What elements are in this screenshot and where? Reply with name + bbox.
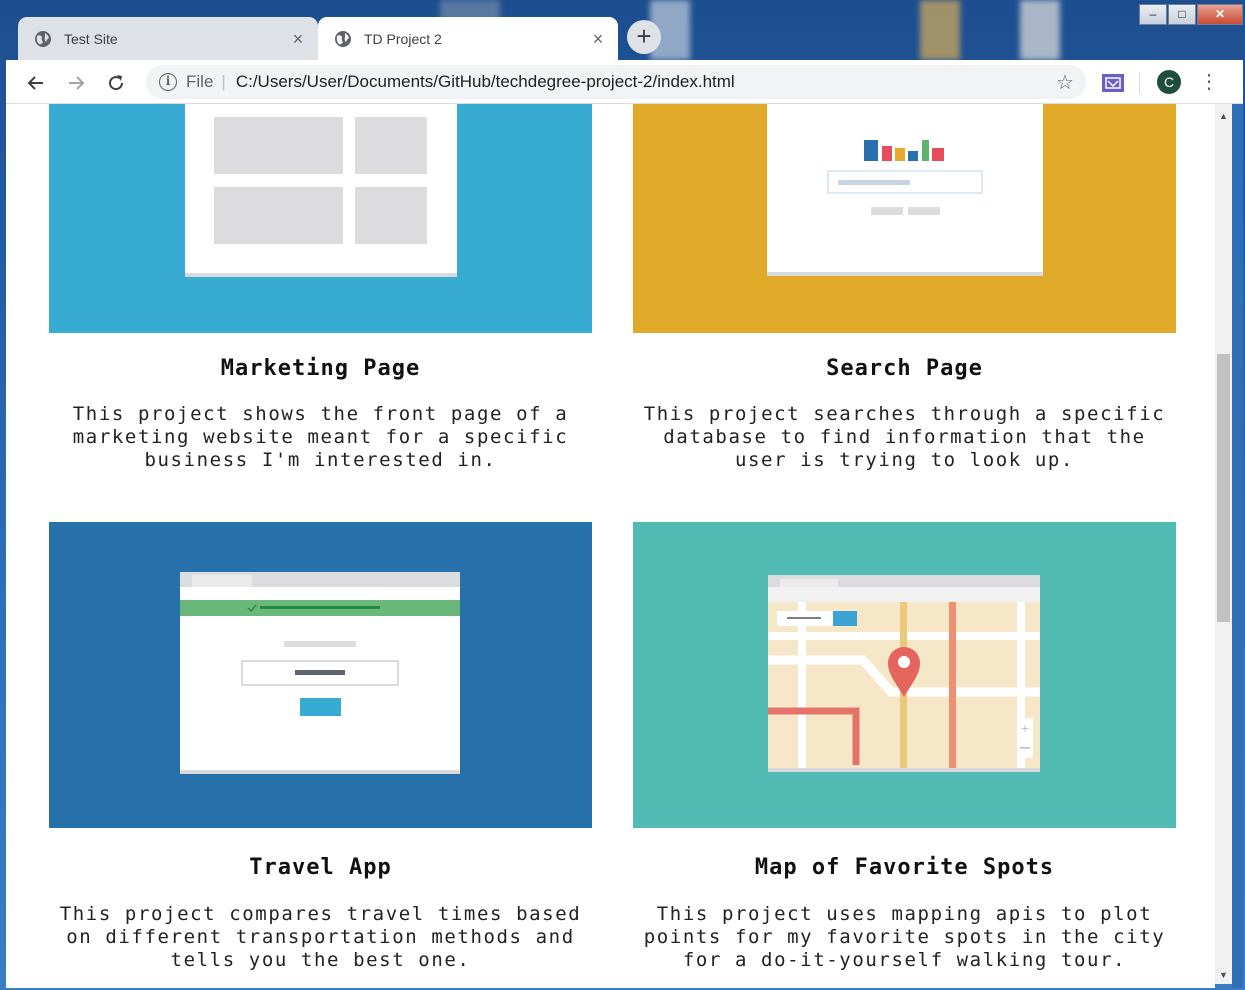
extension-icon[interactable] <box>1102 74 1124 92</box>
search-thumbnail[interactable] <box>633 104 1176 333</box>
tab-title: TD Project 2 <box>364 30 442 47</box>
reload-icon <box>109 75 124 91</box>
address-bar[interactable]: i File | C:/Users/User/Documents/GitHub/… <box>146 65 1086 99</box>
new-tab-button[interactable]: + <box>627 20 661 54</box>
url-text[interactable]: C:/Users/User/Documents/GitHub/techdegre… <box>236 72 1050 92</box>
toolbar-divider <box>1139 72 1140 94</box>
project-description: This project uses mapping apis to plot p… <box>643 903 1166 971</box>
browser-toolbar: i File | C:/Users/User/Documents/GitHub/… <box>6 60 1243 104</box>
page-viewport: Marketing Page This project shows the fr… <box>6 104 1215 988</box>
close-tab-icon[interactable]: × <box>290 30 306 48</box>
tab-td-project-2[interactable]: TD Project 2 × <box>318 17 618 60</box>
project-title: Marketing Page <box>220 356 421 381</box>
project-description: This project searches through a specific… <box>643 403 1166 471</box>
project-title: Map of Favorite Spots <box>754 855 1055 880</box>
scroll-down-arrow[interactable]: ▼ <box>1215 967 1232 984</box>
separator: | <box>221 72 226 91</box>
map-thumbnail[interactable]: + <box>633 522 1176 828</box>
minimize-button[interactable]: – <box>1139 4 1167 25</box>
tab-test-site[interactable]: Test Site × <box>18 17 318 60</box>
menu-icon[interactable]: ⋮ <box>1199 68 1219 96</box>
project-title: Travel App <box>249 855 392 880</box>
back-button[interactable] <box>22 69 50 97</box>
project-title: Search Page <box>826 356 983 381</box>
profile-avatar[interactable]: C <box>1157 70 1181 94</box>
arrow-left-icon <box>27 76 43 90</box>
scheme-label: File <box>186 72 214 91</box>
window-controls: – □ ✕ <box>1138 4 1243 25</box>
svg-text:+: + <box>1020 722 1029 735</box>
travel-thumbnail[interactable] <box>49 522 592 828</box>
arrow-right-icon <box>69 76 85 90</box>
maximize-button[interactable]: □ <box>1168 4 1196 25</box>
marketing-thumbnail[interactable] <box>49 104 592 333</box>
browser-window: Test Site × TD Project 2 × + – □ ✕ i Fil… <box>6 4 1243 988</box>
globe-icon <box>335 30 351 47</box>
info-icon[interactable]: i <box>159 73 177 91</box>
scrollbar-thumb[interactable] <box>1217 354 1230 622</box>
tab-strip: Test Site × TD Project 2 × + – □ ✕ <box>6 4 1243 60</box>
close-tab-icon[interactable]: × <box>590 30 606 48</box>
window-close-button[interactable]: ✕ <box>1197 4 1243 25</box>
project-description: This project compares travel times based… <box>59 903 582 971</box>
scroll-up-arrow[interactable]: ▲ <box>1215 108 1232 125</box>
forward-button[interactable] <box>62 69 90 97</box>
project-description: This project shows the front page of a m… <box>72 403 569 471</box>
vertical-scrollbar[interactable]: ▲ ▼ <box>1215 104 1232 984</box>
tab-title: Test Site <box>64 30 118 47</box>
window-frame-edge <box>1232 104 1243 988</box>
bookmark-star-icon[interactable]: ☆ <box>1050 70 1080 95</box>
globe-icon <box>35 30 51 47</box>
reload-button[interactable] <box>102 69 130 97</box>
